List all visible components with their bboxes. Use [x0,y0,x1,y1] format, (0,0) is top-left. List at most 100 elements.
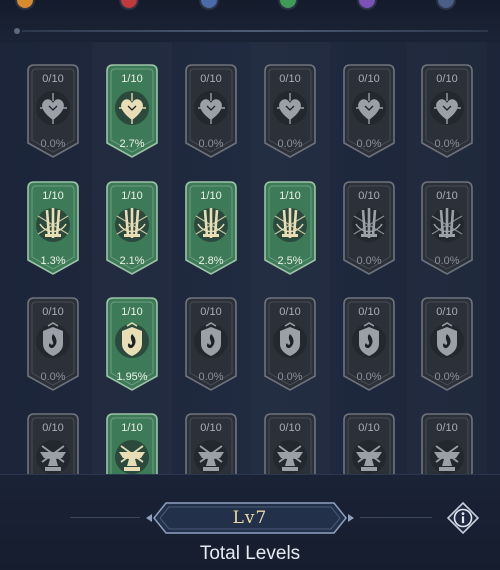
heart-icon [194,91,228,125]
talent-badge[interactable]: 0/10 0.0% [25,296,81,392]
heart-icon [36,91,70,125]
blue-element-icon[interactable] [201,0,217,8]
divider-cap [14,28,20,34]
badge-level: 0/10 [436,306,458,318]
talent-badge[interactable]: 0/10 0.0% [341,180,397,276]
badge-percent: 0.0% [40,138,66,150]
red-element-icon[interactable] [121,0,137,8]
badge-percent: 0.0% [434,138,460,150]
badge-percent: 0.0% [277,371,303,383]
badge-percent: 1.95% [116,371,148,383]
talent-badge[interactable]: 0/10 0.0% [341,296,397,392]
total-level-value: Lv7 [232,508,268,528]
badge-percent: 2.5% [277,255,303,267]
badge-percent: 0.0% [277,138,303,150]
badge-level: 0/10 [279,422,301,434]
badge-level: 0/10 [358,73,380,85]
badge-percent: 0.0% [434,371,460,383]
badge-level: 0/10 [200,73,222,85]
talent-badge[interactable]: 1/10 1.3% [25,180,81,276]
badge-percent: 2.8% [198,255,224,267]
badge-level: 0/10 [436,422,458,434]
badge-level: 1/10 [121,306,143,318]
talent-badge[interactable]: 1/10 2.5% [262,180,318,276]
badge-percent: 2.1% [119,255,145,267]
green-element-icon[interactable] [280,0,296,8]
swords-icon [273,208,307,242]
badge-percent: 1.3% [40,255,66,267]
heart-icon [430,91,464,125]
anvil-icon [194,440,228,474]
talent-badge[interactable]: 1/10 2.7% [104,63,160,159]
swords-icon [352,208,386,242]
talent-badge[interactable]: 1/10 1.95% [104,296,160,392]
info-button[interactable] [446,501,480,535]
talent-badge[interactable]: 1/10 [104,412,160,474]
badge-percent: 0.0% [198,138,224,150]
talent-badge[interactable]: 0/10 0.0% [341,63,397,159]
swords-icon [194,208,228,242]
heart-icon [273,91,307,125]
talent-badge[interactable]: 0/10 [25,412,81,474]
talent-badge[interactable]: 1/10 2.8% [183,180,239,276]
anvil-icon [115,440,149,474]
badge-percent: 0.0% [356,255,382,267]
badge-level: 0/10 [42,422,64,434]
talent-badge[interactable]: 1/10 2.1% [104,180,160,276]
talent-badge[interactable]: 0/10 0.0% [419,180,475,276]
navy-element-icon[interactable] [438,0,454,8]
badge-level: 0/10 [436,73,458,85]
badge-level: 0/10 [358,422,380,434]
flame-crest-icon [352,322,386,358]
flame-crest-icon [36,322,70,358]
badge-level: 0/10 [436,190,458,202]
swords-icon [430,208,464,242]
talent-badge[interactable]: 0/10 0.0% [262,63,318,159]
talent-badge[interactable]: 0/10 [183,412,239,474]
badge-level: 0/10 [42,73,64,85]
divider [22,30,488,32]
total-levels-label: Total Levels [199,543,301,564]
divider-right [360,517,432,518]
badge-level: 0/10 [200,306,222,318]
flame-crest-icon [115,322,149,358]
talent-badge[interactable]: 0/10 0.0% [419,296,475,392]
flame-crest-icon [273,322,307,358]
anvil-icon [352,440,386,474]
talent-grid[interactable]: 0/10 0.0% 1/10 2.7% 0/10 0.0% 0/10 0.0% … [0,42,500,474]
badge-percent: 2.7% [119,138,145,150]
heart-icon [352,91,386,125]
swords-icon [115,208,149,242]
badge-level: 0/10 [200,422,222,434]
badge-level: 1/10 [279,190,301,202]
badge-percent: 0.0% [356,371,382,383]
badge-level: 0/10 [358,306,380,318]
badge-percent: 0.0% [356,138,382,150]
talent-badge[interactable]: 0/10 0.0% [262,296,318,392]
badge-level: 1/10 [121,422,143,434]
anvil-icon [430,440,464,474]
badge-level: 1/10 [121,73,143,85]
orange-element-icon[interactable] [17,0,33,8]
talent-badge[interactable]: 0/10 0.0% [183,296,239,392]
badge-level: 0/10 [279,73,301,85]
badge-percent: 0.0% [434,255,460,267]
anvil-icon [273,440,307,474]
talent-badge[interactable]: 0/10 0.0% [25,63,81,159]
flame-crest-icon [194,322,228,358]
badge-level: 0/10 [42,306,64,318]
badge-level: 1/10 [42,190,64,202]
total-level-display: Lv7 [144,500,356,536]
badge-level: 0/10 [279,306,301,318]
talent-badge[interactable]: 0/10 [341,412,397,474]
talent-badge[interactable]: 0/10 0.0% [183,63,239,159]
talent-badge[interactable]: 0/10 0.0% [419,63,475,159]
talent-badge[interactable]: 0/10 [419,412,475,474]
talent-badge[interactable]: 0/10 [262,412,318,474]
anvil-icon [36,440,70,474]
badge-level: 0/10 [358,190,380,202]
purple-element-icon[interactable] [359,0,375,8]
badge-level: 1/10 [121,190,143,202]
badge-level: 1/10 [200,190,222,202]
flame-crest-icon [430,322,464,358]
